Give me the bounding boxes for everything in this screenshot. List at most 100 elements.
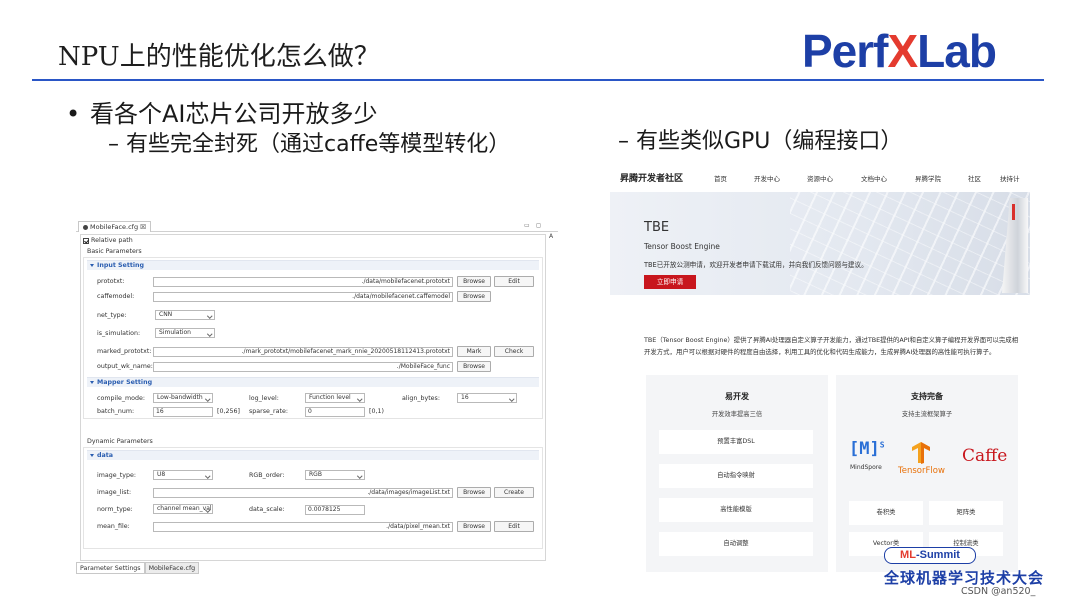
compile-mode-label: compile_mode: <box>97 395 145 402</box>
sparse-rate-range: [0,1) <box>369 408 384 415</box>
prototxt-label: prototxt: <box>97 278 125 285</box>
parameter-form: Relative path Basic Parameters Input Set… <box>80 234 546 561</box>
mark-button[interactable]: Mark <box>457 346 491 357</box>
minimize-icon[interactable]: ▭ <box>524 222 530 229</box>
perfxlab-logo: PerfXLab <box>802 25 997 77</box>
feature-auto-mapping[interactable]: 自动指令映射 <box>659 464 813 488</box>
output-wk-name-label: output_wk_name: <box>97 363 153 370</box>
basic-parameters-label: Basic Parameters <box>87 248 142 255</box>
bullet-dot-icon: • <box>66 100 81 128</box>
mean-file-browse-button[interactable]: Browse <box>457 521 491 532</box>
rgb-order-label: RGB_order: <box>249 472 285 479</box>
ascend-web-page: 昇腾开发者社区 首页 开发中心 资源中心 文档中心 昇腾学院 社区 扶持计 TB… <box>610 162 1030 572</box>
slide-title: NPU上的性能优化怎么做？ <box>58 42 380 72</box>
data-section-header[interactable]: data <box>87 450 539 460</box>
editor-tab-bar: MobileFace.cfg ☒ ▭ ◻ <box>76 220 558 232</box>
image-list-browse-button[interactable]: Browse <box>457 487 491 498</box>
image-list-input[interactable]: ./data/images/imageList.txt <box>153 488 453 498</box>
check-button[interactable]: Check <box>494 346 534 357</box>
banner-title: TBE <box>644 220 670 235</box>
mindspore-label: MindSpore <box>850 464 882 471</box>
bullet-closed: – 有些完全封死（通过caffe等模型转化） <box>108 132 511 157</box>
card-subtitle: 开发效率提高三倍 <box>711 411 763 418</box>
prototxt-browse-button[interactable]: Browse <box>457 276 491 287</box>
mindspore-logo-icon: [M]S <box>849 439 885 459</box>
close-icon[interactable]: ☒ <box>140 223 146 231</box>
card-title: 易开发 <box>725 392 749 401</box>
align-bytes-select[interactable]: 16 <box>457 393 517 403</box>
checkbox-checked-icon[interactable] <box>83 237 89 244</box>
mean-file-label: mean_file: <box>97 523 130 530</box>
nav-item-support[interactable]: 扶持计 <box>1000 173 1020 183</box>
net-type-label: net_type: <box>97 312 127 319</box>
conference-name: 全球机器学习技术大会 <box>884 569 1045 587</box>
tab-parameter-settings[interactable]: Parameter Settings <box>76 562 145 574</box>
norm-type-select[interactable]: channel mean_val <box>153 504 213 514</box>
op-conv[interactable]: 卷积类 <box>849 501 923 525</box>
site-brand[interactable]: 昇腾开发者社区 <box>620 171 683 184</box>
sparse-rate-input[interactable]: 0 <box>305 407 365 417</box>
marked-prototxt-input[interactable]: ./mark_prototxt/mobilefacenet_mark_nnie_… <box>153 347 453 357</box>
feature-templates[interactable]: 高性能模版 <box>659 498 813 522</box>
op-matrix[interactable]: 矩阵类 <box>929 501 1003 525</box>
nav-item-docs[interactable]: 文档中心 <box>861 173 887 183</box>
caffemodel-input[interactable]: ./data/mobilefacenet.caffemodel <box>153 292 453 302</box>
is-simulation-label: is_simulation: <box>97 330 141 337</box>
feature-auto-tune[interactable]: 自动调整 <box>659 532 813 556</box>
tensorflow-logo-icon <box>912 442 930 464</box>
nav-item-resources[interactable]: 资源中心 <box>807 173 833 183</box>
is-simulation-select[interactable]: Simulation <box>155 328 215 338</box>
caffemodel-browse-button[interactable]: Browse <box>457 291 491 302</box>
tab-mobileface-cfg[interactable]: MobileFace.cfg ☒ <box>78 221 151 232</box>
data-scale-input[interactable]: 0.0078125 <box>305 505 365 515</box>
tbe-intro: TBE（Tensor Boost Engine）提供了昇腾AI处理器自定义算子开… <box>644 336 1019 356</box>
prototxt-input[interactable]: ./data/mobilefacenet.prototxt <box>153 277 453 287</box>
framework-logos: [M]S MindSpore TensorFlow Caffe <box>836 437 1018 487</box>
image-list-label: image_list: <box>97 489 132 496</box>
relative-path-checkbox[interactable]: Relative path <box>83 237 133 244</box>
net-type-select[interactable]: CNN <box>155 310 215 320</box>
image-list-create-button[interactable]: Create <box>494 487 534 498</box>
banner-pattern <box>790 192 1030 295</box>
rgb-order-select[interactable]: RGB <box>305 470 365 480</box>
bullet-main: • 看各个AI芯片公司开放多少 <box>66 100 378 128</box>
tab-mobileface-source[interactable]: MobileFace.cfg <box>144 562 200 574</box>
align-bytes-label: align_bytes: <box>402 395 440 402</box>
mean-file-edit-button[interactable]: Edit <box>494 521 534 532</box>
image-type-label: image_type: <box>97 472 136 479</box>
norm-type-label: norm_type: <box>97 506 133 513</box>
apply-now-button[interactable]: 立即申请 <box>644 275 696 289</box>
config-window: MobileFace.cfg ☒ ▭ ◻ A Relative path Bas… <box>76 220 558 574</box>
banner-accent <box>1012 204 1015 220</box>
nav-item-home[interactable]: 首页 <box>714 173 727 183</box>
nav-item-community[interactable]: 社区 <box>968 173 981 183</box>
mean-file-input[interactable]: ./data/pixel_mean.txt <box>153 522 453 532</box>
file-icon <box>83 224 88 230</box>
log-level-select[interactable]: Function level <box>305 393 365 403</box>
bullet-gpu-like: – 有些类似GPU（编程接口） <box>618 129 903 154</box>
batch-num-range: [0,256] <box>217 408 240 415</box>
card-title: 支持完备 <box>911 392 943 401</box>
side-letter: A <box>549 233 554 240</box>
tbe-banner: TBE Tensor Boost Engine TBE已开放公测申请，欢迎开发者… <box>610 192 1030 295</box>
nav-item-academy[interactable]: 昇腾学院 <box>915 173 941 183</box>
tensorflow-label: TensorFlow <box>898 466 945 476</box>
batch-num-input[interactable]: 16 <box>153 407 213 417</box>
dynamic-parameters-label: Dynamic Parameters <box>87 438 153 445</box>
feature-dsl[interactable]: 预置丰富DSL <box>659 430 813 454</box>
output-wk-name-input[interactable]: ./MobileFace_func <box>153 362 453 372</box>
mapper-setting-header[interactable]: Mapper Setting <box>87 377 539 387</box>
top-nav: 昇腾开发者社区 首页 开发中心 资源中心 文档中心 昇腾学院 社区 扶持计 <box>610 162 1030 190</box>
bottom-tab-bar: Parameter Settings MobileFace.cfg <box>76 562 200 574</box>
prototxt-edit-button[interactable]: Edit <box>494 276 534 287</box>
caffe-logo: Caffe <box>962 446 1008 466</box>
marked-prototxt-label: marked_prototxt: <box>97 348 152 355</box>
dynamic-parameters-group <box>83 447 543 549</box>
output-browse-button[interactable]: Browse <box>457 361 491 372</box>
maximize-icon[interactable]: ◻ <box>536 222 541 229</box>
nav-item-dev-center[interactable]: 开发中心 <box>754 173 780 183</box>
log-level-label: log_level: <box>249 395 279 402</box>
input-setting-header[interactable]: Input Setting <box>87 260 539 270</box>
image-type-select[interactable]: U8 <box>153 470 213 480</box>
compile-mode-select[interactable]: Low-bandwidth <box>153 393 213 403</box>
